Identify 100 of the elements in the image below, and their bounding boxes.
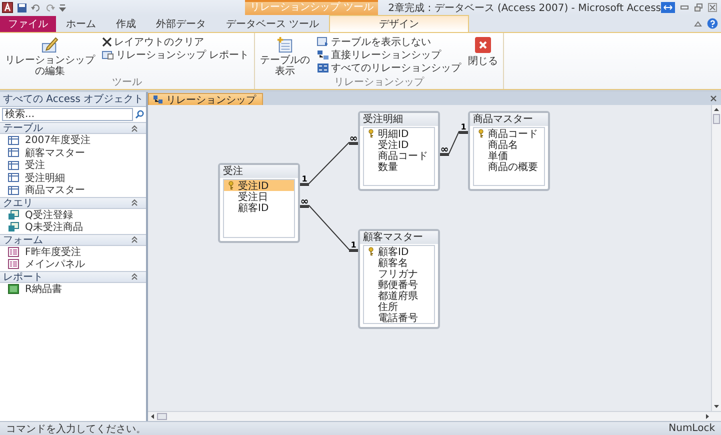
save-icon[interactable] [17,2,27,12]
horizontal-scrollbar[interactable] [148,411,721,421]
nav-pane-title: すべての Access オブジェクト [3,92,144,106]
table-title[interactable]: 顧客マスター [360,231,438,244]
field-row[interactable]: 受注ID [224,180,294,191]
field-row[interactable]: 顧客名 [364,257,434,268]
report-icon [102,50,114,60]
field-row[interactable]: フリガナ [364,268,434,279]
nav-group-header[interactable]: フォーム [0,234,146,246]
ribbon-tab[interactable]: 作成 [106,16,146,32]
nav-item[interactable]: Q未受注商品 [0,221,146,234]
ribbon-group-label: リレーションシップ [333,77,426,89]
field-row[interactable]: 受注ID [364,139,434,150]
ribbon-button[interactable]: リレーションシップ レポート [100,48,252,61]
relationship-line [439,131,469,156]
field-row[interactable]: 郵便番号 [364,279,434,290]
access-logo-icon[interactable] [2,2,13,13]
ribbon-button[interactable]: レイアウトのクリア [100,35,252,48]
field-row[interactable]: 単価 [474,150,544,161]
search-icon[interactable] [135,110,144,119]
table-title[interactable]: 商品マスター [470,113,548,126]
cardinality-label: 1 [350,240,356,250]
table-title[interactable]: 受注 [220,165,298,178]
table-icon [8,136,19,145]
ribbon-button[interactable]: 閉じる [466,35,500,77]
ribbon-button[interactable]: 直接リレーションシップ [315,48,464,61]
file-tab[interactable]: ファイル [0,16,56,32]
relationships-icon [153,95,163,104]
query-icon [8,210,19,220]
close-icon[interactable] [708,3,717,12]
field-row[interactable]: 顧客ID [224,202,294,213]
ribbon-tab[interactable]: ホーム [56,16,106,32]
relationship-line [299,205,359,252]
nav-group-header[interactable]: レポート [0,270,146,282]
ribbon-button[interactable]: すべてのリレーションシップ [315,61,464,74]
ribbon-button[interactable]: テーブルを表示しない [315,35,464,48]
table-icon [8,173,19,182]
form-icon [8,246,19,257]
ribbon-group-label: ツール [111,77,144,89]
query-icon [8,222,19,232]
relationships-icon [317,62,330,72]
field-row[interactable]: 商品コード [474,128,544,139]
ribbon-tab[interactable]: デザイン [329,15,470,32]
ribbon-tab[interactable]: 外部データ [146,16,216,32]
table-box[interactable]: 顧客マスター 顧客ID 顧客名 フリガナ 郵便番号 都道府県 住所 電話番号 [358,229,440,329]
table-box[interactable]: 商品マスター 商品コード 商品名 単価 商品の概要 [468,111,550,191]
nav-item[interactable]: 受注明細 [0,172,146,184]
redo-icon[interactable] [45,2,55,12]
cardinality-label: 1 [460,122,466,132]
nav-item[interactable]: 受注 [0,159,146,172]
nav-item[interactable]: F昨年度受注 [0,246,146,258]
field-row[interactable]: 受注日 [224,191,294,202]
ribbon-collapse-icon[interactable] [694,20,702,28]
close-icon[interactable] [710,95,717,102]
field-row[interactable]: 明細ID [364,128,434,139]
add-table-icon [276,36,294,53]
nav-group-header[interactable]: クエリ [0,196,146,208]
cardinality-label: ∞ [300,196,309,208]
nav-item[interactable]: Q受注登録 [0,208,146,221]
nav-item[interactable]: R納品書 [0,282,146,295]
cardinality-label: ∞ [349,134,358,144]
table-title[interactable]: 受注明細 [360,113,438,126]
nav-item[interactable]: 2007年度受注 [0,134,146,146]
field-row[interactable]: 数量 [364,161,434,172]
nav-group-header[interactable]: テーブル [0,122,146,134]
table-box[interactable]: 受注明細 明細ID 受注ID 商品コード 数量 [358,111,440,191]
vertical-scrollbar[interactable] [711,105,721,411]
ribbon-button[interactable]: リレーションシップ の編集 [3,35,97,77]
nav-item[interactable]: 商品マスター [0,184,146,196]
document-tab[interactable]: リレーションシップ [148,93,263,105]
table-icon [8,160,19,170]
nav-item[interactable]: メインパネル [0,258,146,270]
field-row[interactable]: 電話番号 [364,312,434,323]
table-icon [317,36,330,46]
contextual-tab-group-label: リレーションシップ ツール [245,0,378,15]
field-row[interactable]: 顧客ID [364,246,434,257]
scroll-thumb[interactable] [713,114,720,124]
x-icon [102,36,112,46]
field-row[interactable]: 住所 [364,301,434,312]
search-field[interactable]: 検索... [2,108,133,121]
table-box[interactable]: 受注 受注ID 受注日 顧客ID [218,163,300,243]
window-title: 2章完成 : データベース (Access 2007) - Microsoft Access [387,2,661,14]
restore-icon[interactable] [694,3,703,12]
ribbon-button[interactable]: テーブルの 表示 [258,35,312,77]
report-icon [8,284,19,294]
scroll-thumb[interactable] [157,413,167,420]
field-row[interactable]: 商品コード [364,150,434,161]
table-icon [8,186,19,195]
minimize-icon[interactable] [680,3,689,12]
ribbon-tab[interactable]: データベース ツール [216,16,330,32]
field-row[interactable]: 都道府県 [364,290,434,301]
help-icon[interactable] [707,18,718,29]
nav-item[interactable]: 顧客マスター [0,146,146,159]
customize-toolbar-icon[interactable] [59,2,66,12]
sync-icon[interactable] [661,2,675,13]
field-row[interactable]: 商品の概要 [474,161,544,172]
relationship-line [299,142,359,186]
field-row[interactable]: 商品名 [474,139,544,150]
undo-icon[interactable] [31,2,41,12]
form-icon [8,259,19,270]
